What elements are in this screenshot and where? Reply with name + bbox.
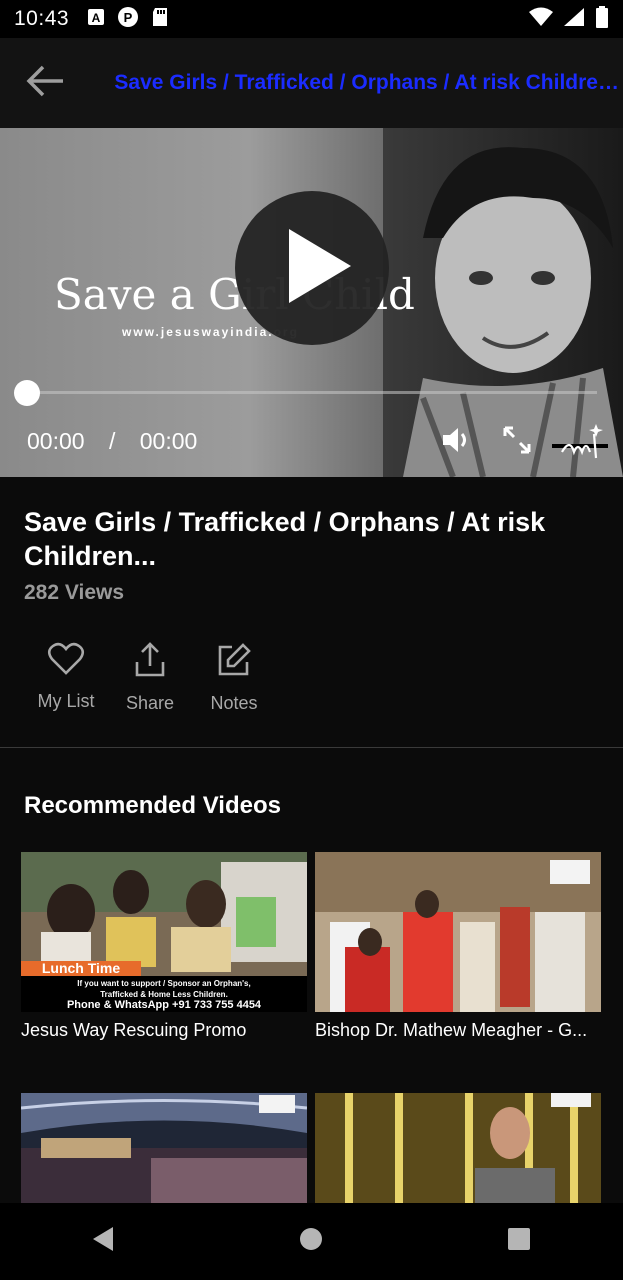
svg-text:P: P — [124, 10, 133, 25]
recommended-card[interactable] — [21, 1093, 307, 1211]
recommended-card[interactable]: Bishop Dr. Mathew Meagher - G... — [315, 852, 601, 1041]
time-display: 00:00 / 00:00 — [27, 428, 197, 455]
heart-icon — [47, 642, 85, 681]
p-icon: P — [117, 6, 139, 33]
back-triangle-icon[interactable] — [91, 1225, 117, 1258]
volume-icon — [440, 424, 472, 461]
my-list-button[interactable]: My List — [24, 642, 108, 714]
video-thumbnail — [21, 1093, 307, 1203]
thumbnail-caption-box: If you want to support / Sponsor an Orph… — [21, 976, 307, 1012]
play-button[interactable] — [235, 191, 389, 345]
status-bar: 10:43 A P — [0, 0, 623, 38]
channel-logo — [552, 424, 608, 459]
share-button[interactable]: Share — [108, 642, 192, 714]
divider — [0, 747, 623, 748]
share-label: Share — [125, 693, 175, 713]
fullscreen-icon — [501, 424, 533, 461]
signal-icon — [563, 7, 585, 32]
view-count: 282 Views — [24, 581, 125, 604]
arrow-left-icon — [25, 64, 65, 103]
play-icon — [267, 221, 357, 316]
thumbnail-line: Phone & WhatsApp +91 733 755 4454 — [66, 999, 262, 1011]
notes-label: Notes — [210, 693, 258, 713]
thumbnail-line: If you want to support / Sponsor an Orph… — [77, 979, 251, 988]
recommended-caption: Bishop Dr. Mathew Meagher - G... — [315, 1020, 588, 1040]
seek-handle[interactable] — [14, 380, 40, 406]
recommended-card[interactable] — [315, 1093, 601, 1211]
battery-icon — [595, 5, 609, 33]
status-time: 10:43 — [14, 7, 70, 30]
video-thumbnail: Lunch Time If you want to support / Spon… — [21, 852, 307, 1012]
notes-button[interactable]: Notes — [192, 642, 276, 714]
recommended-caption: Jesus Way Rescuing Promo — [21, 1020, 247, 1040]
duration: 00:00 — [139, 428, 198, 454]
time-separator: / — [108, 428, 116, 454]
video-player[interactable]: Save a Girl Child www.jesuswayindia.org … — [0, 128, 623, 477]
home-circle-icon[interactable] — [298, 1226, 324, 1257]
my-list-label: My List — [37, 691, 95, 711]
recommended-card[interactable]: Lunch Time If you want to support / Spon… — [21, 852, 307, 1041]
recents-square-icon[interactable] — [506, 1226, 532, 1257]
action-row: My List Share Notes — [24, 642, 276, 714]
edit-icon — [216, 642, 252, 683]
fullscreen-button[interactable] — [500, 425, 534, 459]
video-thumbnail — [315, 852, 601, 1012]
app-bar-title: Save Girls / Trafficked / Orphans / At r… — [114, 71, 623, 94]
video-title: Save Girls / Trafficked / Orphans / At r… — [24, 507, 546, 571]
system-nav-bar — [0, 1203, 623, 1280]
seek-bar[interactable] — [26, 391, 597, 394]
svg-text:A: A — [92, 11, 101, 25]
thumbnail-banner: Lunch Time — [41, 960, 121, 976]
app-bar: Save Girls / Trafficked / Orphans / At r… — [0, 38, 623, 128]
current-time: 00:00 — [27, 428, 85, 454]
sd-card-icon — [151, 7, 169, 32]
video-thumbnail — [315, 1093, 601, 1203]
share-icon — [134, 642, 166, 683]
a-icon: A — [87, 8, 105, 31]
wifi-icon — [529, 7, 553, 32]
video-info: Save Girls / Trafficked / Orphans / At r… — [24, 505, 599, 605]
recommended-heading: Recommended Videos — [24, 792, 281, 819]
back-button[interactable] — [0, 38, 89, 128]
volume-button[interactable] — [439, 425, 473, 459]
